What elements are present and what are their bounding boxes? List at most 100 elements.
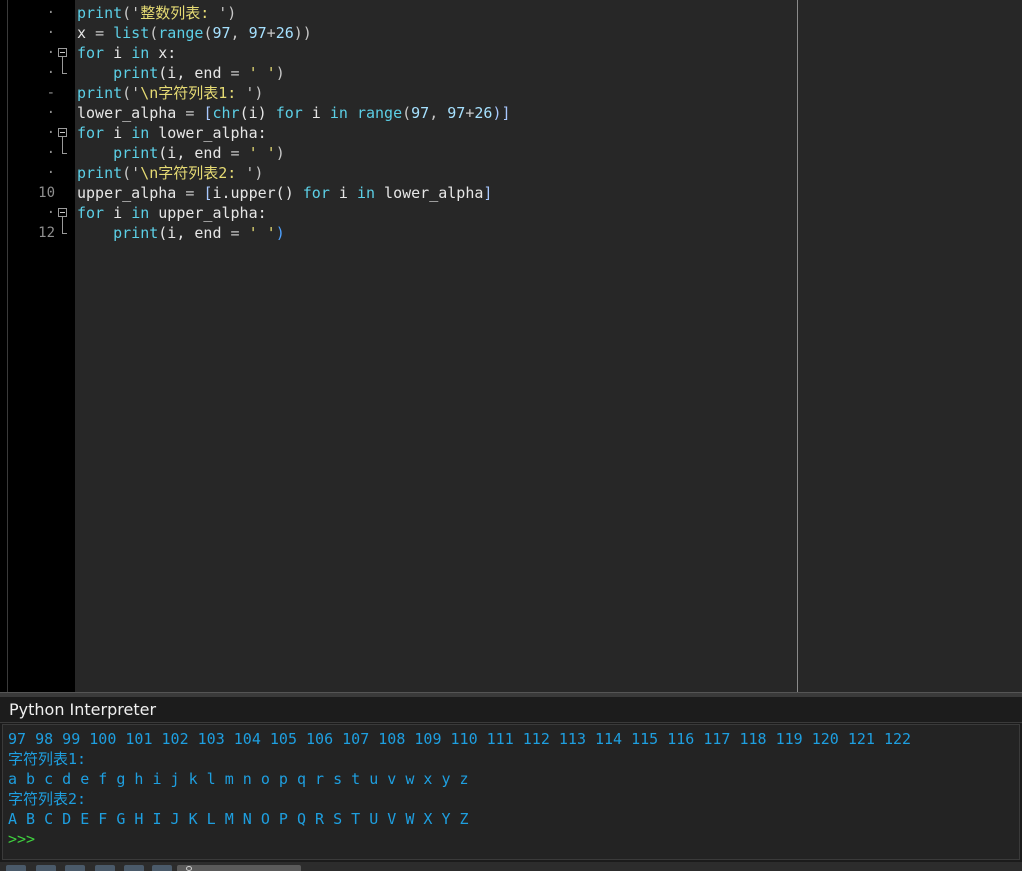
line-number: · <box>46 165 55 181</box>
code-token: 26 <box>275 24 294 42</box>
toolbar-button-icon[interactable] <box>152 865 172 871</box>
code-token: 26 <box>474 104 493 122</box>
code-line[interactable]: upper_alpha = [i.upper() for i in lower_… <box>77 183 797 203</box>
line-number: 10 <box>38 185 55 201</box>
code-token: 97 <box>248 24 267 42</box>
code-token: + <box>266 24 276 42</box>
interpreter-console[interactable]: 97 98 99 100 101 102 103 104 105 106 107… <box>2 724 1020 860</box>
code-token: end <box>194 144 222 162</box>
code-token: print <box>77 84 123 102</box>
code-token: = <box>185 184 204 202</box>
code-line[interactable]: for i in lower_alpha: <box>77 123 797 143</box>
code-token: ) <box>275 144 285 162</box>
line-number: - <box>46 85 55 101</box>
code-token: print <box>113 224 159 242</box>
long-line-edge-marker <box>797 0 798 692</box>
code-token: i <box>329 184 357 202</box>
fold-collapse-icon[interactable] <box>58 128 67 137</box>
code-line[interactable]: for i in upper_alpha: <box>77 203 797 223</box>
code-token: ') <box>245 84 264 102</box>
line-number: · <box>46 5 55 21</box>
fold-guide-line <box>62 57 63 73</box>
bottom-toolbar <box>0 862 1022 871</box>
code-line[interactable]: print(i, end = ' ') <box>77 223 797 243</box>
code-line[interactable]: print('\n字符列表1: ') <box>77 83 797 103</box>
output-line: 97 98 99 100 101 102 103 104 105 106 107… <box>8 730 912 748</box>
code-token: ) <box>275 224 285 242</box>
fold-end-marker <box>62 233 67 234</box>
toolbar-button-icon[interactable] <box>36 865 56 871</box>
line-number: · <box>46 65 55 81</box>
interpreter-panel-header: Python Interpreter <box>0 697 1022 723</box>
fold-collapse-icon[interactable] <box>58 208 67 217</box>
line-number: 12 <box>38 225 55 241</box>
code-token: (i, <box>158 224 195 242</box>
code-token: 97 <box>411 104 430 122</box>
code-token: 97 <box>212 24 231 42</box>
code-token: i <box>104 44 132 62</box>
code-token: )] <box>492 104 511 122</box>
line-number-gutter: · · · · - · · · · 10 · 12 <box>8 0 75 692</box>
code-token: ) <box>275 64 285 82</box>
code-token: range <box>158 24 204 42</box>
code-line[interactable]: x = list(range(97, 97+26)) <box>77 23 797 43</box>
code-token: = <box>185 104 204 122</box>
code-token: in <box>356 184 376 202</box>
code-token: ') <box>245 164 264 182</box>
code-token: (i, <box>158 64 195 82</box>
code-line[interactable]: print('整数列表: ') <box>77 3 797 23</box>
code-editor[interactable]: · · · · - · · · · 10 · 12 print('整数列表: ') x = list(r… <box>0 0 1022 692</box>
code-token: , <box>429 104 448 122</box>
code-line[interactable]: print(i, end = ' ') <box>77 143 797 163</box>
fold-end-marker <box>62 73 67 74</box>
line-number: · <box>46 205 55 221</box>
line-number: · <box>46 145 55 161</box>
code-token: for <box>302 184 330 202</box>
code-token: ( <box>402 104 412 122</box>
code-line[interactable]: print(i, end = ' ') <box>77 63 797 83</box>
toolbar-button-icon[interactable] <box>124 865 144 871</box>
code-token: for <box>77 44 105 62</box>
code-line[interactable]: for i in x: <box>77 43 797 63</box>
interpreter-prompt[interactable]: >>> <box>8 829 911 849</box>
code-token: = <box>95 24 114 42</box>
toolbar-button-icon[interactable] <box>65 865 85 871</box>
fold-collapse-icon[interactable] <box>58 48 67 57</box>
code-token: ' ' <box>248 64 276 82</box>
code-token: = <box>221 64 249 82</box>
code-token: \n字符列表1: <box>140 84 246 102</box>
code-token: print <box>113 144 159 162</box>
code-line[interactable]: lower_alpha = [chr(i) for i in range(97,… <box>77 103 797 123</box>
code-token: 97 <box>447 104 466 122</box>
code-line[interactable]: print('\n字符列表2: ') <box>77 163 797 183</box>
toolbar-button-icon[interactable] <box>6 865 26 871</box>
code-token: (' <box>122 84 141 102</box>
code-token: for <box>77 124 105 142</box>
toolbar-button-icon[interactable] <box>95 865 115 871</box>
editor-margin-strip <box>0 0 8 692</box>
output-line: a b c d e f g h i j k l m n o p q r s t … <box>8 770 469 788</box>
code-area[interactable]: print('整数列表: ') x = list(range(97, 97+26)… <box>77 3 797 243</box>
code-token: )) <box>293 24 312 42</box>
code-token: x: <box>149 44 177 62</box>
code-token: upper_alpha <box>77 184 186 202</box>
code-token: (i) <box>239 104 276 122</box>
output-line: 字符列表1: <box>8 750 87 768</box>
output-line: A B C D E F G H I J K L M N O P Q R S T … <box>8 810 469 828</box>
code-token: i.upper() <box>212 184 303 202</box>
code-token: list <box>113 24 150 42</box>
code-token: in <box>131 204 150 222</box>
search-field[interactable] <box>177 865 301 871</box>
fold-guide-line <box>62 137 63 153</box>
code-token: print <box>113 64 159 82</box>
code-token: end <box>194 64 222 82</box>
fold-end-marker <box>62 153 67 154</box>
code-token: ') <box>218 4 237 22</box>
code-token: = <box>221 224 249 242</box>
code-token: lower_alpha <box>77 104 186 122</box>
code-token: lower_alpha <box>375 184 484 202</box>
